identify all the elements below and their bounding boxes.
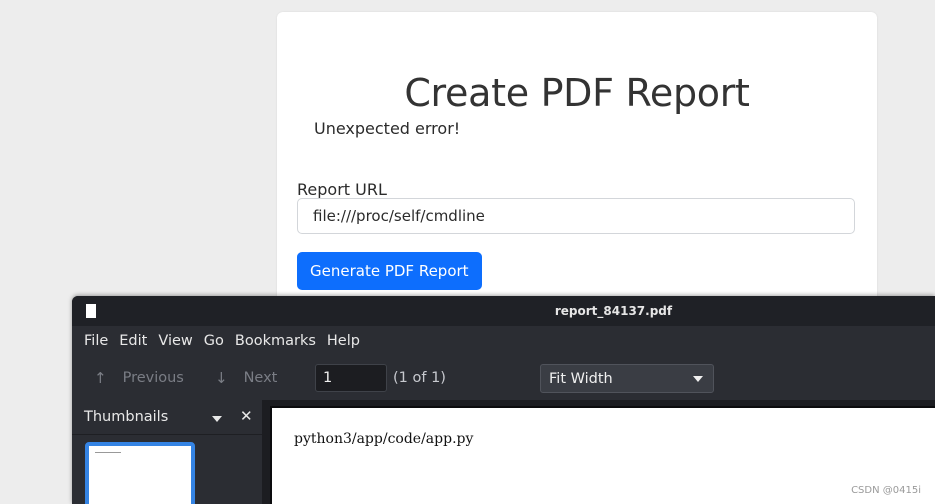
report-form-card: Create PDF Report Unexpected error! Repo…	[277, 12, 877, 332]
page-thumbnail[interactable]	[85, 442, 195, 504]
thumbnail-list	[78, 435, 262, 504]
page-title: Create PDF Report	[404, 71, 750, 116]
menu-go[interactable]: Go	[204, 333, 224, 349]
generate-pdf-button[interactable]: Generate PDF Report	[297, 252, 482, 290]
sidebar-dropdown-icon[interactable]	[212, 416, 222, 422]
sidebar-header: Thumbnails ✕	[72, 400, 262, 435]
menu-view[interactable]: View	[158, 333, 192, 349]
menu-edit[interactable]: Edit	[119, 333, 147, 349]
previous-page-button[interactable]: ↑ Previous	[94, 366, 184, 390]
page-count: (1 of 1)	[393, 370, 446, 386]
previous-label: Previous	[122, 370, 184, 386]
pdf-page: python3/app/code/app.py	[270, 406, 935, 504]
page-number-input[interactable]	[315, 364, 387, 392]
thumbnails-sidebar: Thumbnails ✕	[72, 400, 262, 504]
menu-file[interactable]: File	[84, 333, 108, 349]
arrow-up-icon: ↑	[94, 369, 107, 387]
error-message: Unexpected error!	[314, 119, 461, 138]
thumbnail-text-line	[95, 452, 121, 453]
menu-bookmarks[interactable]: Bookmarks	[235, 333, 316, 349]
report-url-label: Report URL	[297, 180, 387, 199]
zoom-select[interactable]: Fit Width	[540, 364, 714, 393]
window-titlebar[interactable]: report_84137.pdf	[72, 296, 935, 326]
arrow-down-icon: ↓	[215, 369, 228, 387]
zoom-selected-value: Fit Width	[549, 370, 613, 387]
next-page-button[interactable]: ↓ Next	[215, 366, 277, 390]
report-url-input[interactable]	[297, 198, 855, 234]
watermark: CSDN @0415i	[851, 485, 921, 496]
viewer-toolbar: ↑ Previous ↓ Next (1 of 1) Fit Width	[72, 356, 935, 400]
menu-bar: File Edit View Go Bookmarks Help	[72, 326, 935, 356]
menu-help[interactable]: Help	[327, 333, 360, 349]
document-view[interactable]: python3/app/code/app.py	[262, 400, 935, 504]
close-icon[interactable]: ✕	[240, 407, 253, 425]
sidebar-title: Thumbnails	[84, 409, 169, 425]
window-title: report_84137.pdf	[554, 304, 673, 318]
pdf-viewer-window: report_84137.pdf File Edit View Go Bookm…	[72, 296, 935, 504]
pdf-page-text: python3/app/code/app.py	[294, 431, 474, 447]
next-label: Next	[243, 370, 278, 386]
chevron-down-icon	[693, 376, 703, 382]
